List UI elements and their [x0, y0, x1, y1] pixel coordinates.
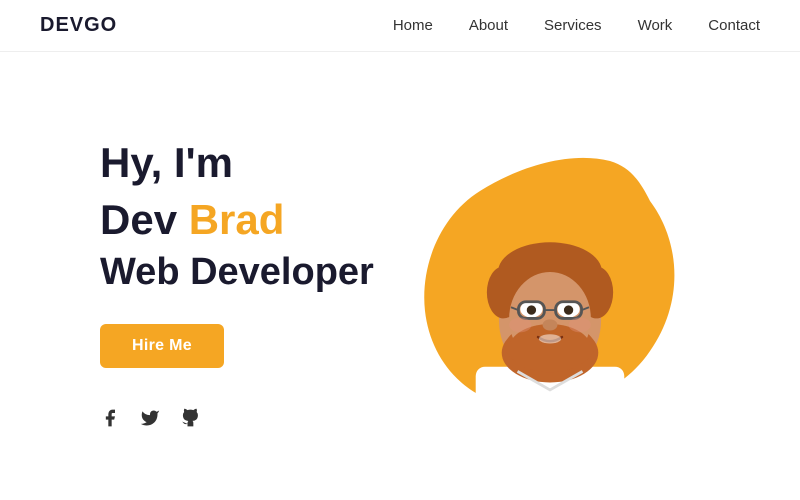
- navbar: DEVGO Home About Services Work Contact: [0, 0, 800, 52]
- nav-link-work[interactable]: Work: [638, 17, 673, 34]
- hero-text: Hy, I'm Dev Brad Web Developer Hire Me: [100, 138, 400, 434]
- nav-links: Home About Services Work Contact: [393, 17, 760, 35]
- nav-link-services[interactable]: Services: [544, 17, 602, 34]
- nav-item-contact[interactable]: Contact: [708, 17, 760, 35]
- hero-title: Web Developer: [100, 251, 400, 294]
- nav-link-home[interactable]: Home: [393, 17, 433, 34]
- hero-image-area: [400, 131, 700, 441]
- hero-greeting: Hy, I'm: [100, 138, 400, 188]
- nav-link-about[interactable]: About: [469, 17, 508, 34]
- twitter-icon[interactable]: [140, 408, 160, 434]
- hero-name: Dev Brad: [100, 195, 400, 245]
- nav-item-about[interactable]: About: [469, 17, 508, 35]
- logo: DEVGO: [40, 14, 117, 37]
- person-illustration: [440, 181, 660, 441]
- nav-item-services[interactable]: Services: [544, 17, 602, 35]
- hero-section: Hy, I'm Dev Brad Web Developer Hire Me: [0, 52, 800, 500]
- nav-item-work[interactable]: Work: [638, 17, 673, 35]
- hero-name-highlight: Brad: [189, 196, 285, 243]
- nav-item-home[interactable]: Home: [393, 17, 433, 35]
- hero-name-prefix: Dev: [100, 196, 189, 243]
- github-icon[interactable]: [180, 408, 200, 434]
- facebook-icon[interactable]: [100, 408, 120, 434]
- hire-me-button[interactable]: Hire Me: [100, 324, 224, 368]
- social-icons: [100, 408, 400, 434]
- nav-link-contact[interactable]: Contact: [708, 17, 760, 34]
